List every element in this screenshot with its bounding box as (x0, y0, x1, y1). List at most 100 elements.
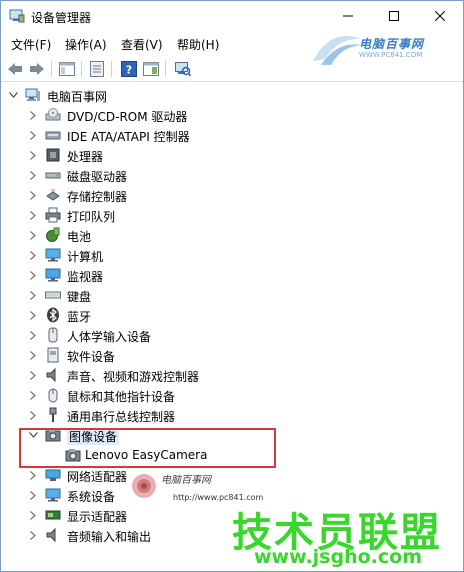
expand-chevron-icon[interactable] (27, 505, 39, 525)
tree-item-software[interactable]: 软件设备 (1, 345, 463, 365)
menu-view[interactable]: 查看(V) (121, 36, 163, 53)
storage-controller-icon (46, 189, 60, 201)
computer-monitor-icon (45, 248, 61, 262)
middle-watermark-brand: 电脑百事网 (161, 475, 211, 486)
expand-chevron-icon[interactable] (27, 385, 39, 405)
expand-chevron-icon[interactable] (27, 465, 39, 485)
printer-icon (45, 207, 61, 223)
tree-item-storage[interactable]: 存储控制器 (1, 185, 463, 205)
disk-drive-icon (45, 172, 61, 179)
computer-icon (25, 88, 40, 101)
tree-item-label: DVD/CD-ROM 驱动器 (67, 110, 188, 124)
menu-bar: 文件(F) 操作(A) 查看(V) 帮助(H) (1, 33, 463, 55)
expand-chevron-icon[interactable] (27, 305, 39, 325)
scan-hardware-button[interactable] (174, 60, 192, 78)
close-button[interactable] (417, 1, 463, 31)
expand-chevron-icon[interactable] (27, 285, 39, 305)
expand-chevron-icon[interactable] (27, 525, 39, 545)
highlight-box (19, 428, 276, 468)
tree-item-label: 系统设备 (67, 490, 116, 504)
keyboard-icon (45, 291, 61, 299)
tree-item-hid[interactable]: 人体学输入设备 (1, 325, 463, 345)
expand-chevron-icon[interactable] (27, 345, 39, 365)
tree-item-dvd[interactable]: DVD/CD-ROM 驱动器 (1, 105, 463, 125)
action-pane-button[interactable] (142, 60, 160, 78)
speaker-icon (46, 367, 56, 383)
action-pane-icon (143, 62, 159, 76)
expand-chevron-icon[interactable] (27, 205, 39, 225)
maximize-button[interactable] (371, 1, 417, 31)
hid-icon (48, 327, 58, 343)
usb-icon (49, 407, 57, 422)
battery-icon (46, 227, 60, 242)
tree-item-label: 处理器 (67, 150, 104, 164)
forward-button[interactable] (28, 60, 46, 78)
tree-item-battery[interactable]: 电池 (1, 225, 463, 245)
toolbar-separator (81, 61, 82, 77)
tree-item-label: 音频输入和输出 (67, 530, 152, 544)
tree-item-bluetooth[interactable]: 蓝牙 (1, 305, 463, 325)
tree-item-label: 蓝牙 (67, 310, 92, 324)
expand-chevron-icon[interactable] (27, 125, 39, 145)
tree-item-mouse[interactable]: 鼠标和其他指针设备 (1, 385, 463, 405)
expand-chevron-icon[interactable] (27, 365, 39, 385)
flower-logo-icon (132, 474, 156, 498)
title-bar[interactable]: 设备管理器 (1, 1, 463, 32)
toolbar: ? (1, 57, 463, 82)
expand-chevron-icon[interactable] (27, 145, 39, 165)
expand-chevron-icon[interactable] (27, 325, 39, 345)
audio-io-icon (46, 527, 56, 543)
tree-item-sound[interactable]: 声音、视频和游戏控制器 (1, 365, 463, 385)
svg-text:?: ? (126, 64, 132, 77)
toolbar-separator (111, 61, 112, 77)
bluetooth-icon (47, 307, 59, 323)
help-icon: ? (121, 61, 137, 77)
menu-action[interactable]: 操作(A) (65, 36, 107, 53)
minimize-icon (343, 15, 353, 17)
menu-file[interactable]: 文件(F) (11, 36, 51, 53)
mouse-icon (48, 388, 58, 403)
network-adapter-icon (45, 469, 61, 481)
tree-item-ide[interactable]: IDE ATA/ATAPI 控制器 (1, 125, 463, 145)
tree-item-label: 监视器 (67, 270, 104, 284)
expand-chevron-icon[interactable] (27, 405, 39, 425)
expand-chevron-icon[interactable] (27, 265, 39, 285)
expand-chevron-icon[interactable] (27, 185, 39, 205)
device-manager-window: 设备管理器 电脑百事网 WWW.PC841.COM 文件(F) 操作(A) 查看… (0, 0, 464, 572)
expand-chevron-icon[interactable] (27, 485, 39, 505)
expand-chevron-icon[interactable] (27, 245, 39, 265)
tree-item-label: 软件设备 (67, 350, 116, 364)
back-button[interactable] (6, 60, 24, 78)
tree-item-monitor[interactable]: 监视器 (1, 265, 463, 285)
tree-item-label: 鼠标和其他指针设备 (67, 390, 176, 404)
expand-chevron-icon[interactable] (27, 105, 39, 125)
toolbar-separator (51, 61, 52, 77)
tree-item-label: 计算机 (67, 250, 104, 264)
tree-item-label: IDE ATA/ATAPI 控制器 (67, 130, 190, 144)
disc-drive-icon (45, 108, 61, 121)
tree-item-processor[interactable]: 处理器 (1, 145, 463, 165)
ide-controller-icon (45, 131, 61, 140)
software-device-icon (47, 347, 59, 363)
tree-item-computer[interactable]: 计算机 (1, 245, 463, 265)
tree-item-label: 电池 (67, 230, 92, 244)
tree-item-print-queue[interactable]: 打印队列 (1, 205, 463, 225)
tree-root[interactable]: 电脑百事网 (1, 85, 463, 105)
help-button[interactable]: ? (120, 60, 138, 78)
expand-chevron-icon[interactable] (27, 225, 39, 245)
properties-button[interactable] (88, 60, 106, 78)
properties-icon (90, 61, 104, 77)
bottom-watermark-url: www.jsgho.com (254, 546, 422, 568)
tree-item-usb[interactable]: 通用串行总线控制器 (1, 405, 463, 425)
back-arrow-icon (8, 63, 22, 75)
tree-item-disk[interactable]: 磁盘驱动器 (1, 165, 463, 185)
scan-hardware-icon (175, 62, 191, 77)
minimize-button[interactable] (325, 1, 371, 31)
show-hide-console-tree-button[interactable] (58, 60, 76, 78)
tree-item-label: 通用串行总线控制器 (67, 410, 176, 424)
tree-item-label: 网络适配器 (67, 470, 128, 484)
menu-help[interactable]: 帮助(H) (177, 36, 219, 53)
tree-item-keyboard[interactable]: 键盘 (1, 285, 463, 305)
collapse-chevron-icon[interactable] (7, 85, 19, 105)
expand-chevron-icon[interactable] (27, 165, 39, 185)
